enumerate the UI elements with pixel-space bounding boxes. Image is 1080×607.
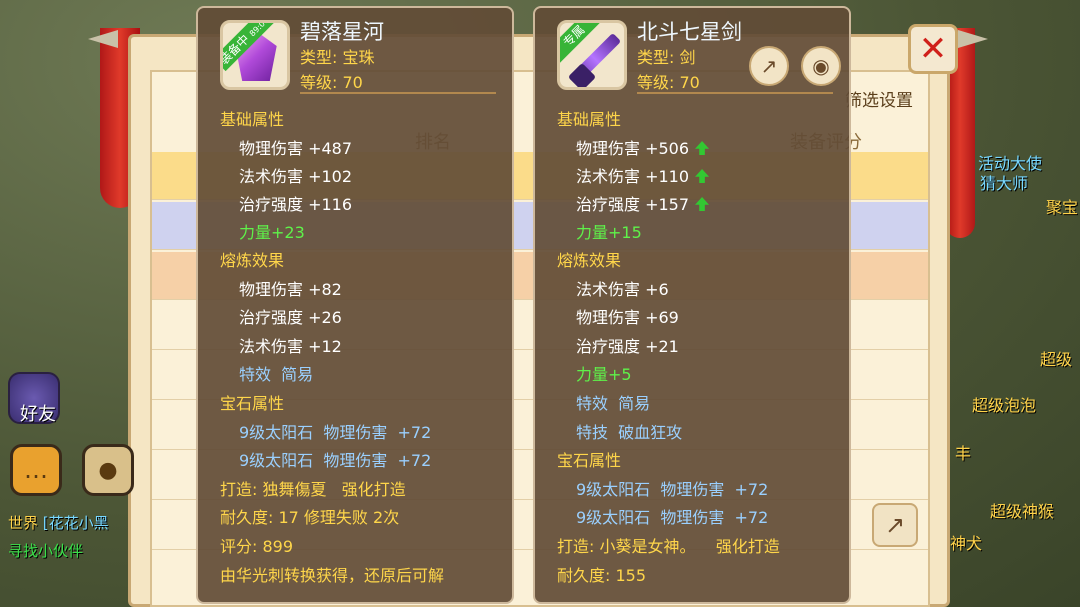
refine-effect-title: 熔炼效果 [557, 251, 622, 270]
increase-arrow-icon [695, 197, 710, 211]
equipped-item-tooltip: 装备中 89:00 碧落星河 类型: 宝珠 等级: 70 基础属性 物理伤害 +… [196, 6, 514, 604]
forge-info: 打造: 独舞傷夏 强化打造 [220, 480, 406, 499]
close-icon: ✕ [918, 29, 948, 69]
divider [637, 92, 833, 94]
increase-arrow-icon [695, 169, 710, 183]
chat-button[interactable]: … [10, 444, 62, 496]
npc-label: 超级神猴 [990, 502, 1055, 521]
refine-stat: 治疗强度 +21 [576, 337, 679, 356]
share-icon: ↗ [760, 54, 778, 78]
item-icon: 装备中 89:00 [220, 20, 290, 90]
refine-stat: 法术伤害 +12 [239, 337, 342, 356]
base-stat: 物理伤害 +487 [239, 139, 353, 158]
item-level: 等级: 70 [300, 73, 363, 92]
durability: 耐久度: 17 修理失败 2次 [220, 508, 400, 527]
refine-stat: 法术伤害 +6 [576, 280, 669, 299]
chat-icon: … [24, 456, 48, 484]
compare-item-tooltip: 专属 北斗七星剑 类型: 剑 等级: 70 ↗ ◉ 基础属性 物理伤害 +506… [533, 6, 851, 604]
gem-stat: 9级太阳石 物理伤害 +72 [239, 423, 432, 442]
divider [300, 92, 496, 94]
share-button[interactable]: ↗ [872, 503, 918, 547]
share-item-button[interactable]: ↗ [749, 46, 789, 86]
filter-settings-button[interactable]: 筛选设置 [845, 86, 913, 111]
preview-button[interactable]: ◉ [801, 46, 841, 86]
find-partner-link[interactable]: 寻找小伙伴 [8, 540, 83, 561]
special-effect: 特效 简易 [576, 394, 651, 413]
gem-stat: 9级太阳石 物理伤害 +72 [576, 508, 769, 527]
strength-bonus: 力量+23 [239, 223, 305, 242]
npc-label: 超级泡泡 [972, 396, 1037, 415]
base-stat: 法术伤害 +102 [239, 167, 353, 186]
gem-stat: 9级太阳石 物理伤害 +72 [239, 451, 432, 470]
npc-label: 聚宝 [1046, 198, 1079, 217]
special-effect: 特效 简易 [239, 365, 314, 384]
forge-info: 打造: 小葵是女神。 强化打造 [557, 537, 780, 556]
strength-bonus: 力量+15 [576, 223, 642, 242]
voice-button[interactable]: ● [82, 444, 134, 496]
item-name: 碧落星河 [300, 20, 384, 44]
item-level: 等级: 70 [637, 73, 700, 92]
world-chat-message[interactable]: 世界 [花花小黑 [8, 512, 109, 533]
gem-attributes-title: 宝石属性 [557, 451, 622, 470]
increase-arrow-icon [695, 141, 710, 155]
item-type: 类型: 剑 [637, 48, 696, 67]
gem-attributes-title: 宝石属性 [220, 394, 285, 413]
friends-label: 好友 [20, 404, 56, 425]
npc-label: 猜大师 [980, 174, 1029, 193]
npc-label: 神犬 [950, 534, 983, 553]
refine-effect-title: 熔炼效果 [220, 251, 285, 270]
close-button[interactable]: ✕ [908, 24, 958, 74]
eye-icon: ◉ [812, 54, 830, 78]
base-stat-row: 物理伤害 +506 [576, 135, 710, 159]
base-attributes-title: 基础属性 [220, 110, 285, 129]
item-name: 北斗七星剑 [637, 20, 742, 44]
refine-stat: 物理伤害 +69 [576, 308, 679, 327]
item-score: 评分: 899 [220, 537, 294, 556]
npc-label: 超级 [1040, 350, 1073, 369]
base-stat-row: 治疗强度 +157 [576, 191, 710, 215]
share-icon: ↗ [884, 511, 906, 539]
special-skill: 特技 破血狂攻 [576, 423, 683, 442]
base-attributes-title: 基础属性 [557, 110, 622, 129]
durability: 耐久度: 155 [557, 566, 647, 585]
refine-stat: 治疗强度 +26 [239, 308, 342, 327]
item-source-note: 由华光刺转换获得，还原后可解 [220, 566, 445, 585]
friends-button[interactable]: 好友 [8, 372, 60, 425]
microphone-icon: ● [98, 457, 118, 483]
strength-bonus: 力量+5 [576, 365, 632, 384]
base-stat: 治疗强度 +116 [239, 195, 353, 214]
base-stat-row: 法术伤害 +110 [576, 163, 710, 187]
gem-stat: 9级太阳石 物理伤害 +72 [576, 480, 769, 499]
item-icon: 专属 [557, 20, 627, 90]
item-type: 类型: 宝珠 [300, 48, 375, 67]
refine-stat: 物理伤害 +82 [239, 280, 342, 299]
npc-label: 丰 [955, 444, 972, 463]
